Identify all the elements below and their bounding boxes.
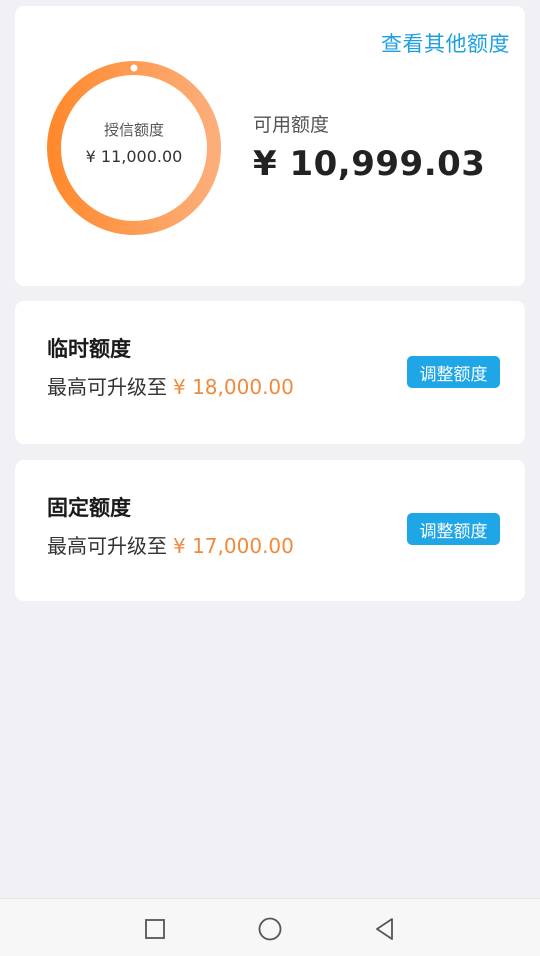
view-other-quota-link[interactable]: 查看其他额度	[381, 28, 510, 58]
temporary-quota-desc: 最高可升级至 ¥ 18,000.00	[47, 371, 294, 400]
credit-ring-indicator-dot	[130, 64, 138, 72]
temporary-quota-card: 临时额度 最高可升级至 ¥ 18,000.00 调整额度	[15, 301, 525, 444]
fixed-quota-desc-prefix: 最高可升级至	[47, 534, 167, 558]
available-quota-label: 可用额度	[253, 114, 330, 136]
temporary-quota-amount: ¥ 18,000.00	[173, 375, 294, 399]
fixed-quota-amount: ¥ 17,000.00	[173, 534, 294, 558]
credit-summary-card: 查看其他额度 授信额度 ¥ 11,000.00 可用额度 ¥ 10,999.03	[15, 6, 525, 286]
credit-limit-value: ¥ 11,000.00	[85, 147, 183, 166]
fixed-quota-desc: 最高可升级至 ¥ 17,000.00	[47, 530, 294, 559]
temporary-quota-title: 临时额度	[47, 337, 131, 361]
fixed-quota-title: 固定额度	[47, 496, 131, 520]
system-navigation-bar	[0, 898, 540, 956]
adjust-fixed-quota-button[interactable]: 调整额度	[407, 513, 500, 545]
credit-ring-chart: 授信额度 ¥ 11,000.00	[45, 59, 223, 237]
adjust-temporary-quota-button[interactable]: 调整额度	[407, 356, 500, 388]
temporary-quota-desc-prefix: 最高可升级至	[47, 375, 167, 399]
available-quota-value: ¥ 10,999.03	[253, 144, 486, 184]
back-triangle-icon[interactable]	[372, 916, 398, 942]
fixed-quota-card: 固定额度 最高可升级至 ¥ 17,000.00 调整额度	[15, 460, 525, 601]
square-icon[interactable]	[142, 916, 168, 942]
circle-icon[interactable]	[257, 916, 283, 942]
credit-limit-label: 授信额度	[103, 121, 164, 139]
